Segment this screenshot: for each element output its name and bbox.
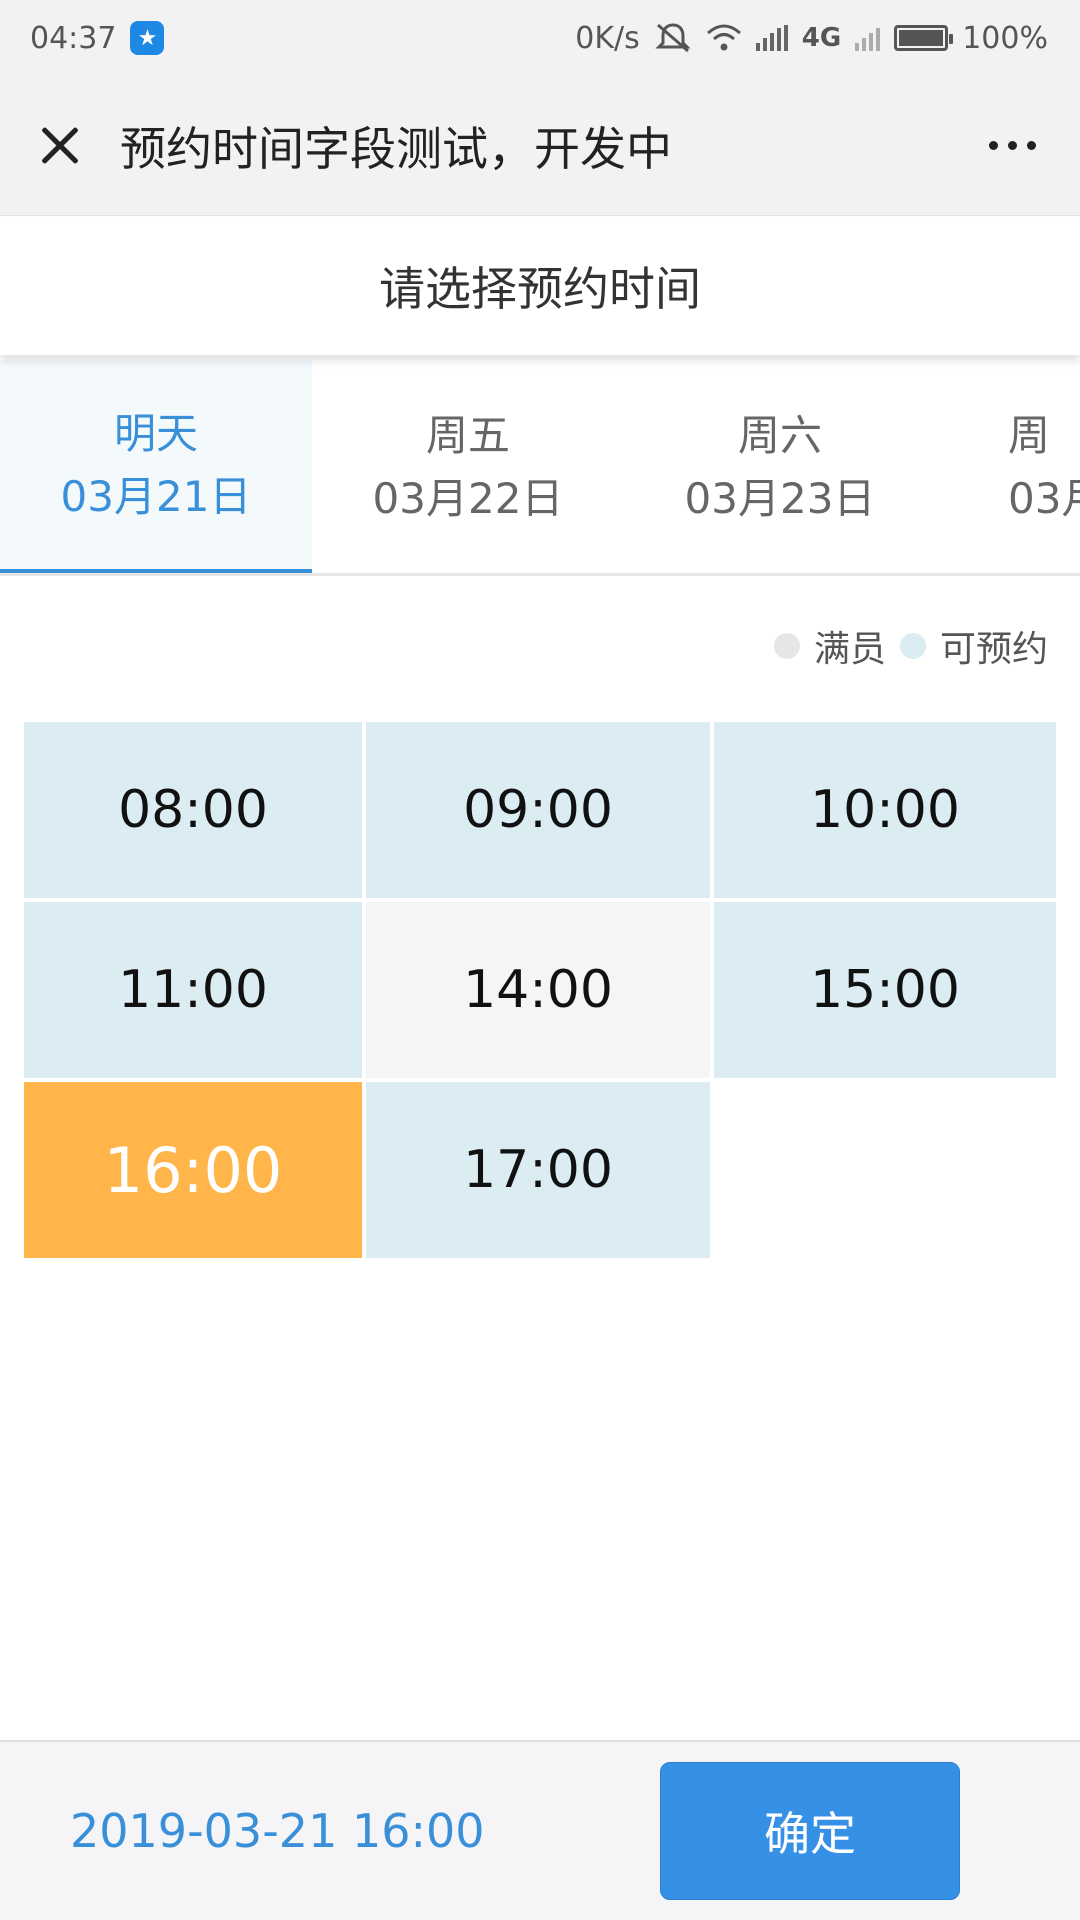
status-right: 0K/s 4G 100%: [575, 21, 1048, 56]
date-tabs: 明天 03月21日 周五 03月22日 周六 03月23日 周 03月: [0, 360, 1080, 576]
page-title: 请选择预约时间: [0, 217, 1080, 355]
time-slot-full[interactable]: 14:00: [366, 902, 710, 1078]
time-slot[interactable]: 10:00: [714, 722, 1056, 898]
tab-date-label: 03月22日: [372, 473, 564, 523]
legend-full-label: 满员: [813, 629, 886, 670]
tab-date-label: 03月23日: [684, 473, 876, 523]
wifi-icon: [706, 24, 741, 51]
footer-bar: 2019-03-21 16:00 确定: [0, 1740, 1080, 1920]
network-speed: 0K/s: [575, 20, 640, 56]
time-slot-selected[interactable]: 16:00: [24, 1082, 362, 1258]
time-slot[interactable]: 11:00: [24, 902, 362, 1078]
battery-icon: [894, 25, 954, 51]
legend-full-dot: [773, 633, 800, 659]
time-slot[interactable]: 08:00: [24, 722, 362, 898]
network-type: 4G: [801, 23, 842, 53]
mute-icon: [655, 23, 691, 53]
legend-available-dot: [899, 633, 926, 659]
tab-day-label: 周: [1008, 410, 1051, 460]
status-time: 04:37: [30, 20, 117, 56]
tab-date-0[interactable]: 明天 03月21日: [0, 360, 312, 573]
time-slot-grid: 08:00 09:00 10:00 11:00 14:00 15:00 16:0…: [24, 722, 1056, 1258]
tab-day-label: 周六: [737, 410, 822, 460]
selected-datetime: 2019-03-21 16:00: [70, 1804, 485, 1858]
more-options-icon[interactable]: [989, 141, 1036, 150]
time-slot[interactable]: 17:00: [366, 1082, 710, 1258]
tab-date-2[interactable]: 周六 03月23日: [624, 360, 936, 573]
tab-date-label: 03月: [1008, 473, 1080, 523]
legend: 满员 可预约: [773, 620, 1048, 672]
tab-date-1[interactable]: 周五 03月22日: [312, 360, 624, 573]
time-slot[interactable]: 15:00: [714, 902, 1056, 1078]
tab-day-label: 周五: [425, 410, 510, 460]
nav-bar: 预约时间字段测试，开发中: [0, 76, 1080, 216]
signal-icon: [755, 25, 788, 51]
battery-level: 100%: [962, 20, 1048, 56]
confirm-button[interactable]: 确定: [660, 1762, 960, 1900]
tab-date-label: 03月21日: [60, 471, 252, 521]
tab-day-label: 明天: [113, 408, 198, 458]
app-notification-icon: ★: [130, 21, 165, 55]
status-left: 04:37 ★: [30, 20, 165, 56]
tab-date-3[interactable]: 周 03月: [936, 360, 1080, 573]
no-signal-icon: [855, 25, 881, 51]
nav-title: 预约时间字段测试，开发中: [120, 121, 672, 176]
time-slot[interactable]: 09:00: [366, 722, 710, 898]
legend-available-label: 可预约: [939, 629, 1048, 670]
status-bar: 04:37 ★ 0K/s 4G 100%: [0, 0, 1080, 76]
close-icon[interactable]: [30, 116, 90, 176]
